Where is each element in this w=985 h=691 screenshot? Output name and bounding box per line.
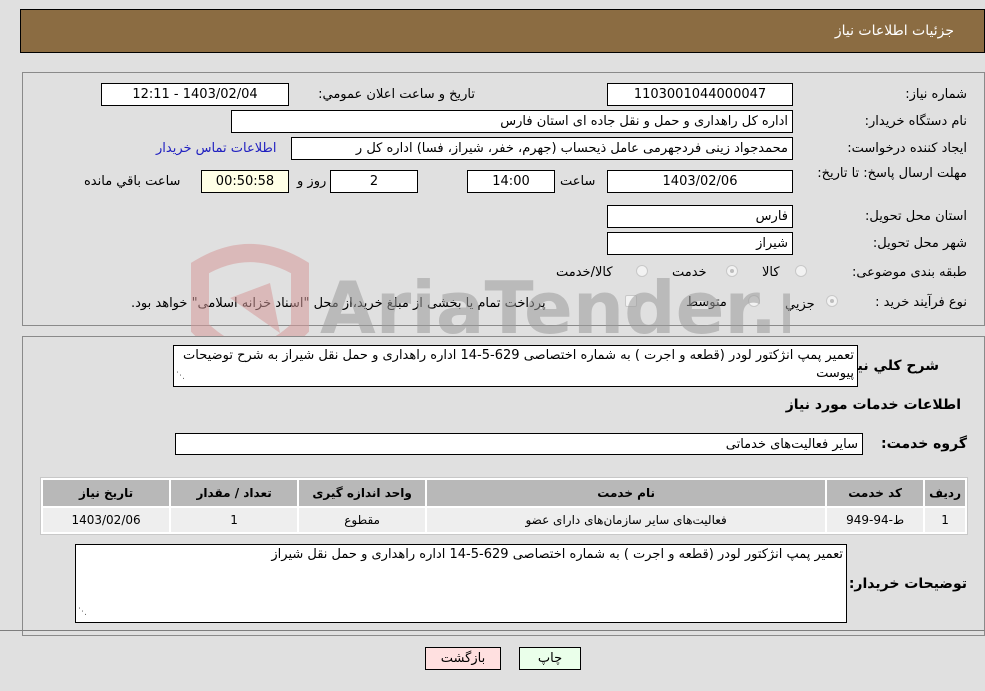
summary-textarea[interactable]: تعمیر پمپ انژکتور لودر (قطعه و اجرت ) به… [173,345,858,387]
deadline-label: مهلت ارسال پاسخ: تا تاریخ: [817,166,967,181]
delivery-province-label: استان محل تحويل: [865,209,967,224]
purchase-type-label: نوع فرآيند خريد : [875,295,967,310]
category-label: طبقه بندی موضوعی: [851,265,967,280]
page-header: جزئیات اطلاعات نیاز [20,9,985,53]
announce-datetime-field: 1403/02/04 - 12:11 [101,83,289,106]
category-goods-service-radio[interactable] [636,265,648,277]
treasury-note: پرداخت تمام يا بخشی از مبلغ خريد،از محل … [131,296,546,311]
delivery-province-field: فارس [607,205,793,228]
remaining-time-field: 00:50:58 [201,170,289,193]
resize-grip-icon[interactable]: ⋰ [78,603,87,621]
requester-label: ايجاد کننده درخواست: [847,141,967,156]
buyer-contact-link[interactable]: اطلاعات تماس خريدار [156,141,276,156]
footer-divider [0,630,985,631]
services-table-header: رديف كد خدمت نام خدمت واحد اندازه گيری ت… [43,480,965,506]
cell-unit: مقطوع [299,508,426,532]
deadline-time-field: 14:00 [467,170,555,193]
buyer-notes-textarea[interactable]: تعمیر پمپ انژکتور لودر (قطعه و اجرت ) به… [75,544,847,623]
treasury-checkbox[interactable] [625,295,637,307]
category-goods-label: کالا [762,265,780,280]
cell-service-name: فعالیت‌های سایر سازمان‌های دارای عضو [427,508,826,532]
remaining-days-field: 2 [330,170,418,193]
back-button[interactable]: بازگشت [425,647,501,670]
buyer-org-field: اداره کل راهداری و حمل و نقل جاده ای است… [231,110,793,133]
cell-quantity: 1 [171,508,298,532]
need-number-field: 1103001044000047 [607,83,793,106]
category-service-radio[interactable] [726,265,738,277]
resize-grip-icon[interactable]: ⋰ [176,367,185,385]
buyer-org-label: نام دستگاه خريدار: [864,114,967,129]
col-need-date: تاريخ نياز [43,480,170,506]
col-quantity: تعداد / مقدار [171,480,298,506]
announce-datetime-label: تاریخ و ساعت اعلان عمومي: [318,87,475,102]
remaining-time-label: ساعت باقي مانده [84,174,181,189]
service-group-label: گروه خدمت: [881,436,967,452]
purchase-type-medium-radio[interactable] [748,295,760,307]
col-row-number: رديف [925,480,965,506]
table-row: 1 ط-94-949 فعالیت‌های سایر سازمان‌های دا… [43,508,965,532]
print-button[interactable]: چاپ [519,647,581,670]
requester-field: محمدجواد زینی فردجهرمی عامل ذیحساب (جهرم… [291,137,793,160]
cell-need-date: 1403/02/06 [43,508,170,532]
buyer-notes-label: توضيحات خريدار: [848,576,967,592]
services-heading: اطلاعات خدمات مورد نياز [785,397,961,413]
purchase-type-minor-radio[interactable] [826,295,838,307]
category-service-label: خدمت [672,265,707,280]
category-goods-radio[interactable] [795,265,807,277]
col-unit: واحد اندازه گيری [299,480,426,506]
purchase-type-minor-label: جزيي [785,297,815,312]
page-title: جزئیات اطلاعات نیاز [834,23,954,39]
cell-row-number: 1 [925,508,965,532]
buyer-notes-text: تعمیر پمپ انژکتور لودر (قطعه و اجرت ) به… [271,547,843,562]
summary-text: تعمیر پمپ انژکتور لودر (قطعه و اجرت ) به… [183,348,854,381]
category-goods-service-label: کالا/خدمت [556,265,613,280]
cell-service-code: ط-94-949 [827,508,924,532]
days-label: روز و [297,174,327,189]
need-number-label: شماره نیاز: [905,87,967,102]
col-service-name: نام خدمت [427,480,826,506]
delivery-city-label: شهر محل تحويل: [872,236,967,251]
service-group-field: سایر فعالیت‌های خدماتی [175,433,863,455]
deadline-date-field: 1403/02/06 [607,170,793,193]
deadline-time-label: ساعت [560,174,596,189]
purchase-type-medium-label: متوسط [686,295,727,310]
col-service-code: كد خدمت [827,480,924,506]
delivery-city-field: شیراز [607,232,793,255]
services-table: رديف كد خدمت نام خدمت واحد اندازه گيری ت… [40,477,968,535]
